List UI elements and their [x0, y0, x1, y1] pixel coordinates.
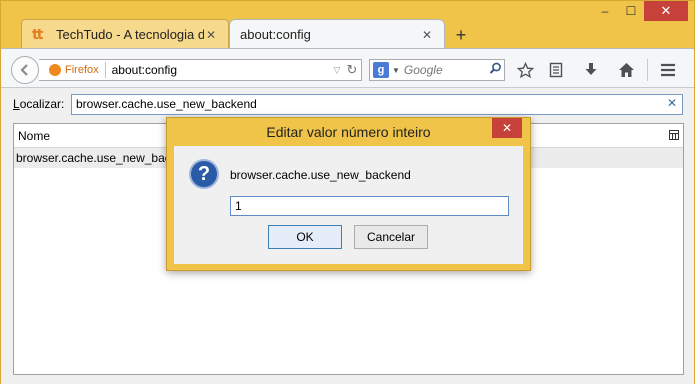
question-icon: ?	[189, 159, 219, 189]
integer-value-input[interactable]: 1	[230, 196, 509, 216]
tab-strip: tt TechTudo - A tecnologia d... ✕ about:…	[1, 15, 695, 49]
column-picker-icon[interactable]	[669, 130, 679, 143]
tab-title: about:config	[240, 27, 311, 42]
engine-dropdown-icon[interactable]: ▼	[392, 66, 400, 75]
url-dropdown-icon[interactable]: ▽	[331, 65, 343, 76]
google-engine-icon[interactable]: g	[373, 62, 389, 78]
dialog-body: ? browser.cache.use_new_backend 1 OK Can…	[174, 146, 523, 264]
firefox-icon	[49, 64, 61, 76]
tab-close-icon[interactable]: ✕	[420, 28, 434, 42]
navigation-toolbar: Firefox about:config ▽ ↻ g ▼ Google	[1, 48, 694, 88]
filter-row: Localizar: browser.cache.use_new_backend…	[13, 94, 683, 115]
new-tab-button[interactable]: +	[451, 25, 471, 45]
clear-filter-icon[interactable]: ✕	[667, 96, 677, 110]
site-identity[interactable]: Firefox	[39, 62, 106, 78]
bookmarks-menu-icon[interactable]	[545, 59, 567, 81]
column-header-label: Nome	[18, 128, 51, 143]
search-magnifier-icon[interactable]	[486, 62, 504, 78]
home-icon[interactable]	[615, 59, 637, 81]
url-bar[interactable]: Firefox about:config ▽ ↻	[39, 59, 362, 81]
reload-icon[interactable]: ↻	[343, 62, 361, 78]
tab-techtudo[interactable]: tt TechTudo - A tecnologia d... ✕	[21, 19, 229, 49]
filter-input[interactable]: browser.cache.use_new_backend ✕	[71, 94, 683, 115]
bookmark-star-icon[interactable]	[514, 59, 536, 81]
filter-value: browser.cache.use_new_backend	[76, 97, 257, 111]
back-button[interactable]	[11, 56, 39, 84]
filter-label: Localizar:	[13, 97, 65, 111]
url-text[interactable]: about:config	[106, 63, 331, 77]
cancel-button[interactable]: Cancelar	[354, 225, 428, 249]
dialog-message: browser.cache.use_new_backend	[230, 168, 411, 182]
search-input[interactable]: Google	[404, 63, 486, 77]
tab-close-icon[interactable]: ✕	[204, 28, 218, 42]
dialog-title: Editar valor número inteiro	[266, 124, 431, 140]
toolbar-separator	[647, 59, 648, 81]
hamburger-menu-icon[interactable]	[657, 59, 679, 81]
ok-button[interactable]: OK	[268, 225, 342, 249]
tab-title: TechTudo - A tecnologia d...	[56, 27, 204, 42]
identity-label: Firefox	[65, 64, 99, 76]
search-bar[interactable]: g ▼ Google	[369, 59, 505, 81]
techtudo-logo-icon: tt	[32, 26, 43, 43]
downloads-icon[interactable]	[580, 59, 602, 81]
browser-window: – ☐ ✕ tt TechTudo - A tecnologia d... ✕ …	[0, 0, 695, 384]
back-arrow-icon	[20, 64, 28, 76]
tab-about-config[interactable]: about:config ✕	[229, 19, 445, 49]
dialog-close-button[interactable]: ✕	[492, 118, 522, 138]
edit-integer-dialog: Editar valor número inteiro ✕ ? browser.…	[166, 117, 531, 271]
